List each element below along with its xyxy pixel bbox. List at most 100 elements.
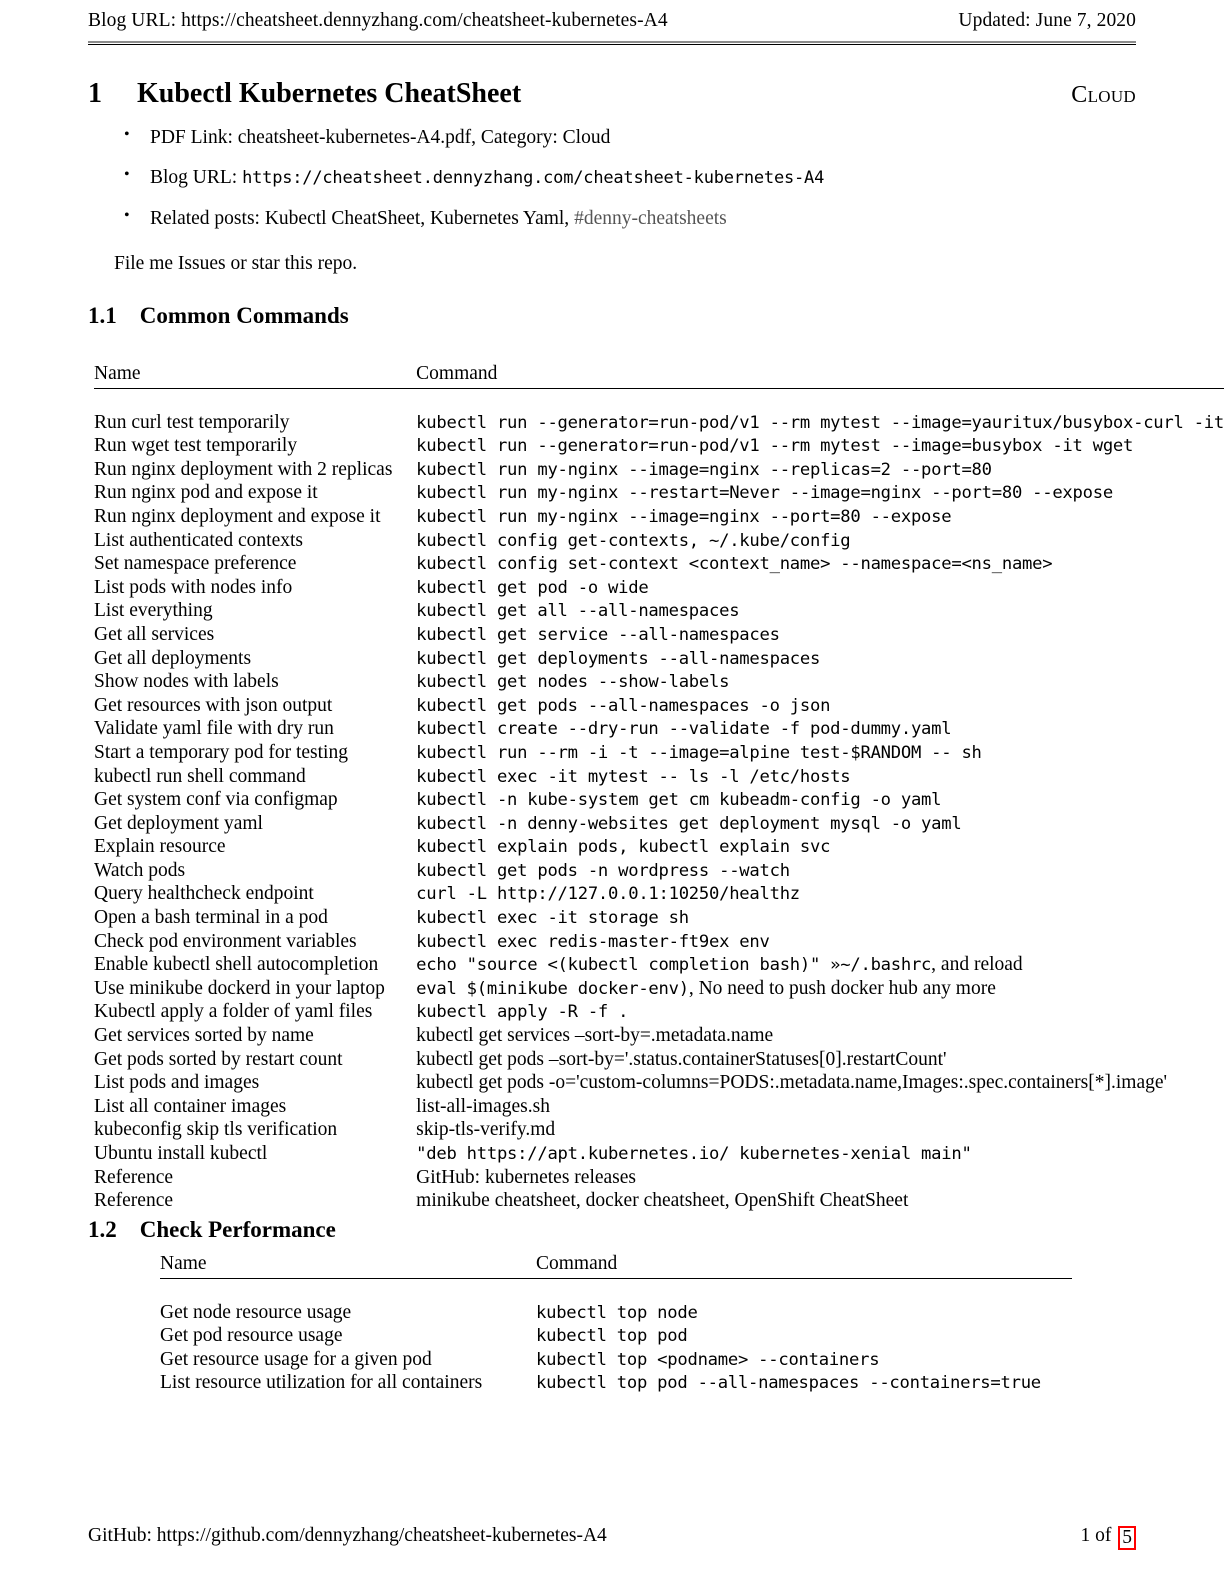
bullet-label-related: Related posts: bbox=[150, 207, 265, 229]
cell-name: Run nginx deployment with 2 replicas bbox=[94, 458, 393, 480]
command-text: kubectl get pod -o wide bbox=[416, 577, 649, 598]
command-text: kubectl -n kube-system get cm kubeadm-co… bbox=[416, 790, 942, 811]
cell-name: Explain resource bbox=[94, 836, 226, 858]
command-text: kubectl run my-nginx --image=nginx --rep… bbox=[416, 459, 992, 480]
table-row: List all container images list-all-images… bbox=[94, 1096, 1224, 1120]
table-row: Run nginx pod and expose it kubectl run m… bbox=[94, 482, 1224, 506]
command-text: kubectl top pod bbox=[536, 1326, 688, 1347]
cell-command: kubectl run my-nginx --image=nginx --por… bbox=[416, 506, 1224, 530]
list-item: Related posts: Kubectl CheatSheet, Kuber… bbox=[118, 206, 1128, 231]
cell-name: Get node resource usage bbox=[160, 1301, 352, 1323]
cell-name: List all container images bbox=[94, 1095, 287, 1117]
cell-command: GitHub: kubernetes releases bbox=[416, 1167, 1224, 1191]
table-rule-line bbox=[94, 388, 1224, 412]
table-row: kubectl run shell command kubectl exec -i… bbox=[94, 766, 1224, 790]
heading-number: 1.1 bbox=[88, 303, 117, 328]
command-text: GitHub: kubernetes releases bbox=[416, 1166, 637, 1188]
bullet-value-pdf: cheatsheet-kubernetes-A4.pdf, Category: … bbox=[237, 127, 611, 148]
cell-name: Ubuntu install kubectl bbox=[94, 1143, 268, 1164]
bullet-tag-denny-cheatsheets[interactable]: #denny-cheatsheets bbox=[574, 208, 727, 229]
intro-bullet-list: PDF Link: cheatsheet-kubernetes-A4.pdf, … bbox=[118, 125, 1128, 247]
command-text: kubectl -n denny-websites get deployment… bbox=[416, 813, 962, 834]
cell-name: Open a bash terminal in a pod bbox=[94, 907, 328, 929]
header-blog-url: Blog URL: https://cheatsheet.dennyzhang.… bbox=[88, 10, 668, 31]
cell-name: List pods with nodes info bbox=[94, 576, 293, 598]
cell-command: kubectl -n denny-websites get deployment… bbox=[416, 813, 1224, 837]
table-rule-line bbox=[160, 1278, 1072, 1302]
cell-command: kubectl exec -it storage sh bbox=[416, 907, 1224, 931]
table-row: Get deployment yaml kubectl -n denny-webs… bbox=[94, 813, 1224, 837]
command-text: kubectl exec -it storage sh bbox=[416, 908, 689, 929]
command-text: kubectl run --generator=run-pod/v1 --rm … bbox=[416, 436, 1134, 457]
header-divider bbox=[88, 41, 1136, 45]
command-text: kubectl run --rm -i -t --image=alpine te… bbox=[416, 742, 982, 763]
command-note: , No need to push docker hub any more bbox=[688, 977, 996, 999]
command-text: kubectl get service --all-namespaces bbox=[416, 624, 780, 645]
table-row: Kubectl apply a folder of yaml files kube… bbox=[94, 1001, 1224, 1025]
cell-command: kubectl top pod --all-namespaces --conta… bbox=[536, 1372, 1072, 1396]
cell-name: Enable kubectl shell autocompletion bbox=[94, 954, 379, 976]
table-row: Run wget test temporarily kubectl run --g… bbox=[94, 435, 1224, 459]
total-pages-badge[interactable]: 5 bbox=[1118, 1526, 1136, 1550]
table-row: Use minikube dockerd in your laptop eval … bbox=[94, 978, 1224, 1002]
cell-name: List everything bbox=[94, 600, 213, 622]
command-text: kubectl top pod --all-namespaces --conta… bbox=[536, 1373, 1041, 1394]
table-row: Explain resource kubectl explain pods, ku… bbox=[94, 836, 1224, 860]
table-row: List everything kubectl get all --all-nam… bbox=[94, 600, 1224, 624]
command-text: eval $(minikube docker-env) bbox=[416, 978, 689, 999]
cell-command: kubectl create --dry-run --validate -f p… bbox=[416, 718, 1224, 742]
command-text: kubectl top node bbox=[536, 1302, 698, 1323]
cell-name: Get resources with json output bbox=[94, 694, 333, 716]
table-row: Enable kubectl shell autocompletion echo … bbox=[94, 954, 1224, 978]
cell-command: kubectl exec redis-master-ft9ex env bbox=[416, 931, 1224, 955]
page-indicator: 1 of 5 bbox=[1081, 1525, 1136, 1550]
cell-command: kubectl get pods -o='custom-columns=PODS… bbox=[416, 1072, 1224, 1096]
cell-command: kubectl top pod bbox=[536, 1325, 1072, 1349]
command-text: kubectl get pods -o='custom-columns=PODS… bbox=[416, 1072, 1168, 1094]
command-text: kubectl get pods -n wordpress --watch bbox=[416, 860, 790, 881]
table-row: List pods and images kubectl get pods -o=… bbox=[94, 1072, 1224, 1096]
command-text: kubectl run --generator=run-pod/v1 --rm … bbox=[416, 412, 1224, 433]
table-row: List resource utilization for all contai… bbox=[160, 1372, 1072, 1396]
table-row: Get all services kubectl get service --al… bbox=[94, 624, 1224, 648]
cell-command: kubectl config get-contexts, ~/.kube/con… bbox=[416, 530, 1224, 554]
page-title: 1 Kubectl Kubernetes CheatSheet bbox=[88, 78, 521, 110]
table-row: Watch pods kubectl get pods -n wordpress … bbox=[94, 860, 1224, 884]
title-text: Kubectl Kubernetes CheatSheet bbox=[137, 78, 522, 109]
cell-name: kubectl run shell command bbox=[94, 765, 306, 787]
command-text: kubectl get services –sort-by=.metadata.… bbox=[416, 1025, 774, 1047]
list-item: Blog URL: https://cheatsheet.dennyzhang.… bbox=[118, 165, 1128, 190]
cell-command: minikube cheatsheet, docker cheatsheet, … bbox=[416, 1190, 1224, 1214]
check-performance-table: Name Command Get node resource usage kubect… bbox=[160, 1253, 1072, 1396]
cell-name: Get system conf via configmap bbox=[94, 789, 338, 811]
cell-command: kubectl top <podname> --containers bbox=[536, 1349, 1072, 1373]
category-label: Cloud bbox=[1071, 82, 1136, 108]
command-text: kubectl get deployments --all-namespaces bbox=[416, 648, 821, 669]
page-footer: GitHub: https://github.com/dennyzhang/ch… bbox=[88, 1525, 1136, 1550]
table-header-row: Name Command bbox=[94, 363, 1224, 388]
footer-github-url[interactable]: GitHub: https://github.com/dennyzhang/ch… bbox=[88, 1525, 607, 1547]
cell-name: Run curl test temporarily bbox=[94, 411, 290, 433]
bullet-value-blog-url[interactable]: https://cheatsheet.dennyzhang.com/cheats… bbox=[242, 168, 824, 188]
column-header: Command bbox=[536, 1253, 618, 1274]
cell-name: kubeconfig skip tls verification bbox=[94, 1119, 338, 1141]
cell-command: kubectl get pods –sort-by='.status.conta… bbox=[416, 1049, 1224, 1073]
column-header: Name bbox=[94, 363, 141, 384]
bullet-value-related[interactable]: Kubectl CheatSheet, Kubernetes Yaml, bbox=[265, 208, 574, 229]
cell-name: Use minikube dockerd in your laptop bbox=[94, 977, 385, 999]
table-row: Reference minikube cheatsheet, docker che… bbox=[94, 1190, 1224, 1214]
common-commands-table: Name Command Run curl test temporarily kube… bbox=[94, 363, 1224, 1214]
heading-text: Check Performance bbox=[139, 1217, 336, 1242]
command-text: kubectl exec -it mytest -- ls -l /etc/ho… bbox=[416, 766, 851, 787]
command-text: list-all-images.sh bbox=[416, 1095, 550, 1117]
cell-name: Get pod resource usage bbox=[160, 1325, 343, 1347]
cell-name: Reference bbox=[94, 1166, 174, 1188]
command-text: skip-tls-verify.md bbox=[416, 1119, 556, 1141]
cell-command: curl -L http://127.0.0.1:10250/healthz bbox=[416, 883, 1224, 907]
bullet-label-pdf: PDF Link: bbox=[150, 127, 238, 148]
cell-command: kubectl get nodes --show-labels bbox=[416, 671, 1224, 695]
cell-command: skip-tls-verify.md bbox=[416, 1119, 1224, 1143]
cell-name: Query healthcheck endpoint bbox=[94, 883, 314, 905]
document-title-row: 1 Kubectl Kubernetes CheatSheet Cloud bbox=[88, 78, 1136, 110]
command-text: kubectl config get-contexts, ~/.kube/con… bbox=[416, 530, 851, 551]
